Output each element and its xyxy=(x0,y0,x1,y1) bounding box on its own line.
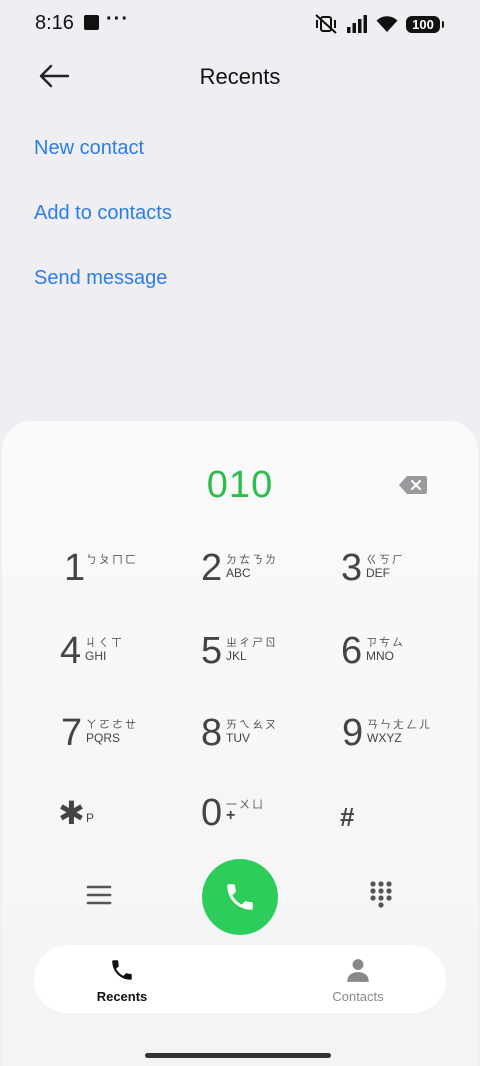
home-indicator[interactable] xyxy=(145,1053,331,1058)
key-digit: 6 xyxy=(341,630,363,672)
call-button[interactable] xyxy=(202,859,278,935)
key-1[interactable]: 1 ㄅㄆㄇㄈ xyxy=(64,546,154,606)
keypad-toggle-button[interactable] xyxy=(368,880,394,910)
key-hash[interactable]: # xyxy=(340,791,400,851)
backspace-icon xyxy=(399,476,427,494)
key-letters: ABC xyxy=(226,566,251,580)
key-digit: 7 xyxy=(61,712,83,754)
key-zhuyin: ㄐㄑㄒ xyxy=(85,637,124,649)
menu-icon xyxy=(86,885,112,905)
key-zhuyin: ㄞㄟㄠㄡ xyxy=(226,719,278,731)
key-digit: 3 xyxy=(341,547,363,589)
key-9[interactable]: 9 ㄢㄣㄤㄥㄦ WXYZ xyxy=(342,711,442,771)
key-letters: GHI xyxy=(85,649,107,663)
new-contact-link[interactable]: New contact xyxy=(34,137,144,160)
signal-icon xyxy=(347,15,367,33)
key-letters: P xyxy=(86,811,95,825)
key-zhuyin: ㄗㄘㄙ xyxy=(366,637,405,649)
key-digit: 2 xyxy=(201,547,223,589)
key-letters: + xyxy=(226,807,236,824)
more-notifications-icon: ··· xyxy=(106,8,129,30)
battery-indicator: 100 xyxy=(406,15,444,33)
key-digit: 1 xyxy=(64,547,86,589)
notification-icon xyxy=(84,15,99,30)
key-letters: DEF xyxy=(366,566,390,580)
key-digit: 8 xyxy=(201,712,223,754)
key-0[interactable]: 0 一ㄨㄩ + xyxy=(201,791,291,851)
key-letters: TUV xyxy=(226,731,250,745)
add-to-contacts-link[interactable]: Add to contacts xyxy=(34,202,172,225)
wifi-icon xyxy=(376,16,398,32)
send-message-link[interactable]: Send message xyxy=(34,267,167,290)
key-zhuyin: ㄚㄛㄜㄝ xyxy=(86,719,138,731)
mute-vibrate-icon xyxy=(315,14,337,34)
key-letters: PQRS xyxy=(86,731,121,745)
key-letters: JKL xyxy=(226,649,247,663)
key-8[interactable]: 8 ㄞㄟㄠㄡ TUV xyxy=(201,711,291,771)
tab-contacts[interactable]: Contacts xyxy=(278,945,438,1013)
tab-recents-label: Recents xyxy=(96,989,148,1004)
bottom-navigation: Recents Contacts xyxy=(34,945,446,1013)
phone-icon xyxy=(112,960,132,980)
key-zhuyin: ㄓㄔㄕㄖ xyxy=(226,637,278,649)
key-zhuyin: ㄢㄣㄤㄥㄦ xyxy=(367,719,432,731)
key-zhuyin: ㄅㄆㄇㄈ xyxy=(86,554,138,566)
status-icons: 100 xyxy=(314,13,444,35)
key-letters: MNO xyxy=(366,649,394,663)
menu-button[interactable] xyxy=(86,883,112,907)
key-digit: # xyxy=(340,802,355,832)
key-5[interactable]: 5 ㄓㄔㄕㄖ JKL xyxy=(201,629,291,689)
tab-contacts-label: Contacts xyxy=(332,989,384,1004)
key-star[interactable]: ✱ P xyxy=(58,791,128,851)
key-digit: 4 xyxy=(60,630,82,672)
key-3[interactable]: 3 ㄍㄎㄏ DEF xyxy=(341,546,431,606)
key-digit: ✱ xyxy=(58,795,85,831)
key-digit: 5 xyxy=(201,630,223,672)
key-letters: WXYZ xyxy=(367,731,402,745)
status-bar: 8:16 ··· 100 xyxy=(0,0,480,48)
page-title: Recents xyxy=(199,64,281,89)
key-7[interactable]: 7 ㄚㄛㄜㄝ PQRS xyxy=(61,711,151,771)
key-2[interactable]: 2 ㄉㄊㄋㄌ ABC xyxy=(201,546,291,606)
key-zhuyin: ㄍㄎㄏ xyxy=(366,554,405,566)
status-time: 8:16 xyxy=(35,12,74,34)
tab-recents[interactable]: Recents xyxy=(42,945,202,1013)
key-4[interactable]: 4 ㄐㄑㄒ GHI xyxy=(60,629,150,689)
key-digit: 0 xyxy=(201,792,223,834)
key-6[interactable]: 6 ㄗㄘㄙ MNO xyxy=(341,629,431,689)
person-icon xyxy=(347,959,369,982)
dialpad-icon xyxy=(370,881,392,908)
key-zhuyin: ㄉㄊㄋㄌ xyxy=(226,554,278,566)
key-digit: 9 xyxy=(342,712,364,754)
phone-icon xyxy=(227,884,253,910)
backspace-button[interactable] xyxy=(398,474,428,496)
